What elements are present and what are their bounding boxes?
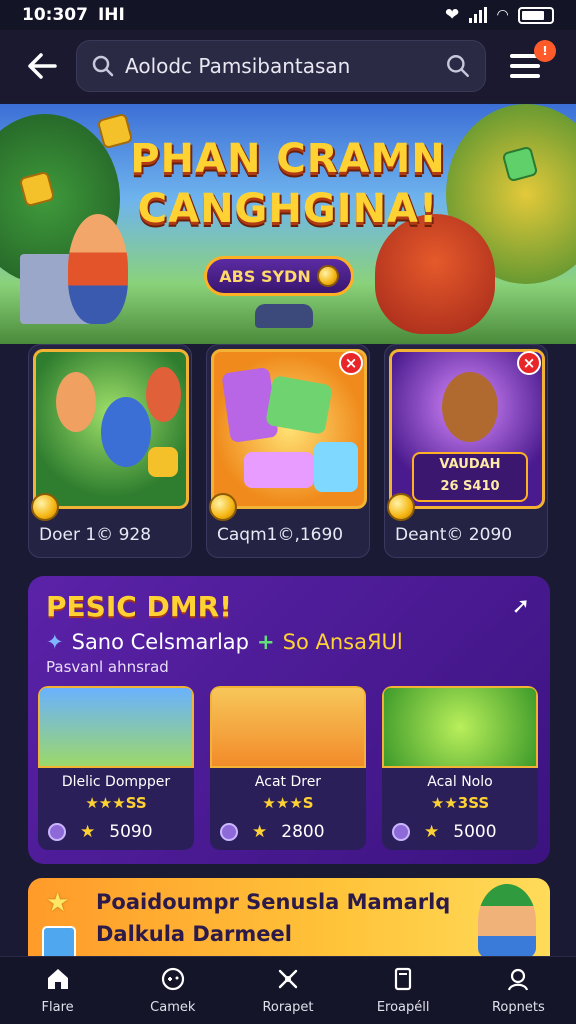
game-tag-value: 26 S410 xyxy=(440,479,500,494)
game-tag-title: VAUDAH xyxy=(439,457,501,472)
status-indicator: IHI xyxy=(97,5,125,25)
share-arrow-icon[interactable]: ➚ xyxy=(512,594,530,619)
back-arrow-icon xyxy=(28,53,57,79)
spark-icon xyxy=(275,966,301,994)
clock: 10:307 xyxy=(22,5,88,25)
game-thumbnail xyxy=(33,349,189,509)
card-icon xyxy=(390,966,416,994)
nav-item-games[interactable]: Camek xyxy=(123,966,223,1015)
promo-item-price-row: ★ 5000 xyxy=(392,822,528,842)
profile-icon xyxy=(505,966,531,994)
hero-play-button[interactable]: ABS SYDN xyxy=(204,256,354,296)
sparkle-icon: ✦ xyxy=(46,630,64,654)
coin-icon xyxy=(316,265,339,287)
token-icon xyxy=(392,823,410,841)
promo-item-thumbnail xyxy=(38,686,194,768)
promo-banner[interactable]: ★ Poaidoumpr Senusla Mamarlq Dalkula Dar… xyxy=(28,878,550,958)
promo-item-price: 5090 xyxy=(109,822,153,842)
hero-banner[interactable]: PHAN CRAMN CANGHGINA! ABS SYDN xyxy=(0,104,576,344)
hero-title-line1: PHAN CRAMN xyxy=(130,136,446,182)
star-icon: ★ xyxy=(80,822,96,842)
promo-item-card[interactable]: Acal Nolo ★★3SS ★ 5000 xyxy=(382,686,538,850)
nav-label: Flare xyxy=(41,1000,74,1015)
game-card-label: Deant© 2090 xyxy=(395,525,513,545)
promo-subtitle: ✦ Sano Celsmarlap + So AnsaЯUl xyxy=(46,630,403,654)
promo-item-price: 2800 xyxy=(281,822,325,842)
close-icon[interactable]: × xyxy=(517,351,541,375)
coin-icon xyxy=(209,493,237,521)
nav-item-rewards[interactable]: Rorapet xyxy=(238,966,338,1015)
nav-label: Eroapéll xyxy=(376,1000,430,1015)
nav-item-cards[interactable]: Eroapéll xyxy=(353,966,453,1015)
hero-title-line2: CANGHGINA! xyxy=(137,186,439,232)
banner-subtitle: Dalkula Darmeel xyxy=(96,922,292,946)
close-icon[interactable]: × xyxy=(339,351,363,375)
promo-item-price: 5000 xyxy=(453,822,497,842)
car-illustration xyxy=(255,304,313,328)
banner-title: Poaidoumpr Senusla Mamarlq xyxy=(96,890,451,914)
promo-item-thumbnail xyxy=(382,686,538,768)
promo-item-thumbnail xyxy=(210,686,366,768)
signal-icon xyxy=(469,7,488,23)
promo-item-card[interactable]: Acat Drer ★★★S ★ 2800 xyxy=(210,686,366,850)
promo-items-row: Dlelic Dompper ★★★SS ★ 5090 Acat Drer ★★… xyxy=(38,686,542,852)
promo-item-name: Acal Nolo xyxy=(427,774,493,790)
game-card[interactable]: Doer 1© 928 xyxy=(28,344,192,558)
token-icon xyxy=(48,823,66,841)
coin-icon xyxy=(387,493,415,521)
nav-label: Ropnets xyxy=(491,1000,545,1015)
token-icon xyxy=(220,823,238,841)
card-icon xyxy=(42,926,76,958)
wifi-icon: ◠ xyxy=(497,7,508,23)
promo-item-price-row: ★ 2800 xyxy=(220,822,356,842)
game-card-label: Doer 1© 928 xyxy=(39,525,152,545)
nav-item-profile[interactable]: Ropnets xyxy=(468,966,568,1015)
status-bar: 10:307 IHI ❤ ◠ xyxy=(0,0,576,30)
search-submit-icon[interactable] xyxy=(445,53,471,79)
nav-label: Camek xyxy=(150,1000,196,1015)
featured-games-row: Doer 1© 928 × Caqm1©,1690 VAUDAH 26 S410… xyxy=(28,344,550,560)
hero-title: PHAN CRAMN CANGHGINA! xyxy=(0,134,576,234)
home-icon xyxy=(45,966,71,994)
game-card-label: Caqm1©,1690 xyxy=(217,525,344,545)
hero-button-label: ABS SYDN xyxy=(219,266,311,286)
star-icon: ★ xyxy=(46,888,70,918)
game-card[interactable]: VAUDAH 26 S410 × Deant© 2090 xyxy=(384,344,548,558)
plus-icon: + xyxy=(257,630,275,654)
search-input[interactable] xyxy=(125,54,435,78)
star-icon: ★ xyxy=(424,822,440,842)
notification-badge: ! xyxy=(534,40,556,62)
promo-item-stars: ★★★SS xyxy=(85,794,147,812)
game-tag: VAUDAH 26 S410 xyxy=(412,452,528,502)
game-card[interactable]: × Caqm1©,1690 xyxy=(206,344,370,558)
nav-label: Rorapet xyxy=(262,1000,314,1015)
promo-item-name: Acat Drer xyxy=(254,774,322,790)
top-bar: ! xyxy=(0,30,576,102)
battery-icon xyxy=(518,6,554,24)
promo-item-stars: ★★3SS xyxy=(430,794,490,812)
promo-note: Pasvanl ahnsrad xyxy=(46,658,169,676)
gamepad-icon xyxy=(160,966,186,994)
nav-item-home[interactable]: Flare xyxy=(8,966,108,1015)
promo-item-stars: ★★★S xyxy=(262,794,314,812)
search-bar[interactable] xyxy=(76,40,486,92)
kid-character xyxy=(478,884,536,958)
star-icon: ★ xyxy=(252,822,268,842)
menu-button[interactable]: ! xyxy=(510,40,556,86)
bottom-navigation: Flare Camek Rorapet Eroapéll Ropnets xyxy=(0,956,576,1024)
coin-icon xyxy=(31,493,59,521)
heart-icon: ❤ xyxy=(444,5,460,25)
search-icon xyxy=(92,55,114,77)
promo-item-name: Dlelic Dompper xyxy=(61,774,171,790)
promo-item-price-row: ★ 5090 xyxy=(48,822,184,842)
promo-subtitle-text: Sano Celsmarlap xyxy=(71,630,249,654)
promo-subtitle-accent: So AnsaЯUl xyxy=(282,630,403,654)
promo-item-card[interactable]: Dlelic Dompper ★★★SS ★ 5090 xyxy=(38,686,194,850)
back-button[interactable] xyxy=(22,46,62,86)
promo-panel: PESIC DMR! ➚ ✦ Sano Celsmarlap + So Ansa… xyxy=(28,576,550,864)
promo-title: PESIC DMR! xyxy=(46,590,232,623)
